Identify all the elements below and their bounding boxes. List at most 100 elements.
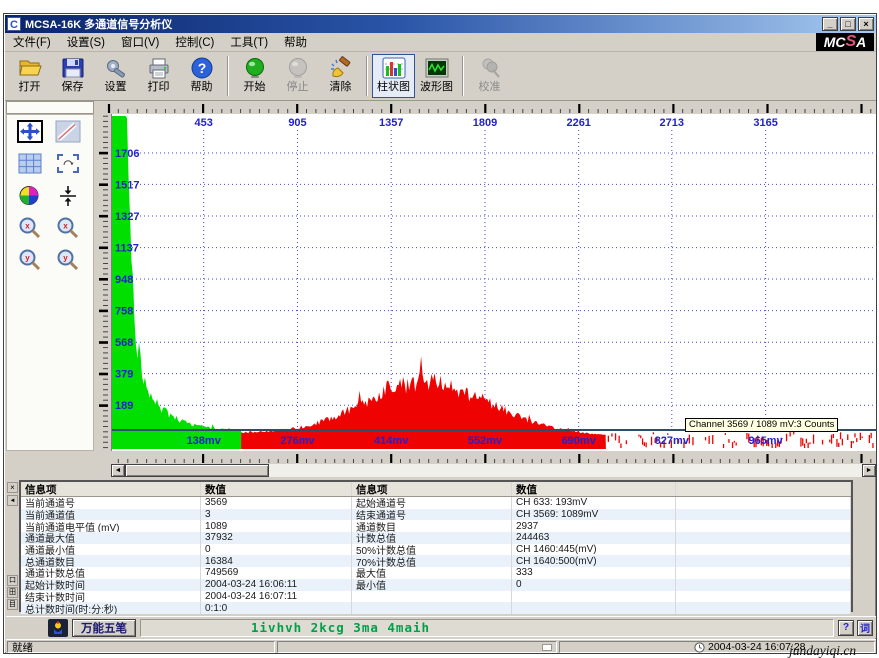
minimize-button[interactable]: _ (822, 17, 838, 31)
toolbar-button-label: 帮助 (191, 81, 213, 94)
table-cell (352, 602, 512, 614)
panel-close-button[interactable]: × (7, 482, 18, 493)
help-button[interactable]: ?帮助 (180, 54, 223, 98)
ime-word-button[interactable]: 词 (857, 620, 873, 636)
info-table: 信息项数值信息项数值当前通道号3569起始通道号CH 633: 193mV当前通… (19, 480, 853, 612)
table-cell: 2004-03-24 16:06:11 (201, 579, 352, 591)
channel-axis-label: 905 (288, 117, 306, 129)
channel-axis-label: 453 (195, 117, 213, 129)
zoom-y-out-tool[interactable]: y (52, 249, 84, 275)
table-cell (676, 567, 851, 579)
menu-item-2[interactable]: 窗口(V) (113, 32, 167, 52)
table-cell (676, 509, 851, 521)
chart-area[interactable]: 4539051357180922612713316518937956875894… (111, 114, 876, 451)
table-cell: 70%计数总值 (352, 555, 512, 567)
mv-axis-label: 138mv (187, 435, 222, 447)
printer-icon (146, 55, 172, 81)
window-title: MCSA-16K 多通道信号分析仪 (25, 16, 820, 32)
table-cell (676, 555, 851, 567)
table-cell: 通道最小值 (21, 544, 201, 556)
panel-filler (6, 451, 110, 477)
mv-axis-label: 552mv (468, 435, 503, 447)
maximize-button[interactable]: □ (840, 17, 856, 31)
start-ball-button[interactable]: 开始 (233, 54, 276, 98)
zoom-y-in-tool[interactable]: y (14, 249, 46, 275)
channel-axis-label: 3165 (753, 117, 777, 129)
ime-name-button[interactable]: 万能五笔 (72, 619, 136, 637)
ime-logo-icon[interactable] (48, 619, 68, 637)
menu-item-0[interactable]: 文件(F) (5, 32, 59, 52)
save-floppy-button[interactable]: 保存 (51, 54, 94, 98)
pan-tool[interactable] (14, 121, 46, 147)
grid-tool-icon (17, 152, 43, 181)
table-cell (676, 591, 851, 603)
ime-help-button[interactable]: ? (838, 620, 854, 636)
ruler-corner-box (6, 101, 94, 114)
close-button[interactable]: × (858, 17, 874, 31)
title-bar[interactable]: C MCSA-16K 多通道信号分析仪 _ □ × (5, 15, 876, 33)
transform-tool-icon (55, 152, 81, 181)
palette-tool[interactable] (14, 185, 46, 211)
mv-axis-label: 276mv (280, 435, 315, 447)
toolbar: 打开保存设置打印?帮助开始停止清除柱状图波形图校准 (5, 52, 876, 101)
panel-collapse-button[interactable]: ◄ (7, 495, 18, 506)
printer-button[interactable]: 打印 (137, 54, 180, 98)
transform-tool[interactable] (52, 153, 84, 179)
table-cell: 当前通道值 (21, 509, 201, 521)
spectrum-plot: 4539051357180922612713316518937956875894… (112, 114, 877, 451)
histogram-view-icon (381, 55, 407, 81)
count-axis-label: 1327 (115, 211, 139, 223)
clear-brush-button[interactable]: 清除 (319, 54, 362, 98)
toolbar-separator (366, 56, 368, 96)
ruler-top (95, 101, 876, 114)
table-cell: CH 633: 193mV (512, 497, 676, 509)
panel-layout-button-3[interactable]: 目 (7, 599, 18, 610)
zoom-x-out-tool[interactable]: x (52, 217, 84, 243)
svg-text:x: x (63, 221, 68, 230)
count-axis-label: 1706 (115, 148, 139, 160)
zoom-y-in-tool-icon: y (17, 248, 43, 277)
table-cell: CH 1460:445(mV) (512, 544, 676, 556)
scroll-thumb[interactable] (125, 464, 269, 477)
zoom-x-in-tool[interactable]: x (14, 217, 46, 243)
waveform-view-button[interactable]: 波形图 (415, 54, 458, 98)
settings-button[interactable]: 设置 (94, 54, 137, 98)
table-cell: 2004-03-24 16:07:11 (201, 591, 352, 603)
table-row: 总通道数目1638470%计数总值CH 1640:500(mV) (21, 555, 851, 567)
toolbar-button-label: 保存 (62, 81, 84, 94)
toolbar-button-label: 波形图 (420, 81, 453, 94)
table-cell: CH 1640:500(mV) (512, 555, 676, 567)
flip-tool[interactable] (52, 185, 84, 211)
horizontal-scrollbar[interactable]: ◄ ► (111, 464, 876, 477)
table-row: 当前通道号3569起始通道号CH 633: 193mV (21, 497, 851, 509)
grid-tool[interactable] (14, 153, 46, 179)
svg-text:C: C (10, 19, 18, 31)
menu-item-1[interactable]: 设置(S) (59, 32, 113, 52)
table-cell: 333 (512, 567, 676, 579)
panel-layout-button-2[interactable]: 田 (7, 587, 18, 598)
scroll-right-button[interactable]: ► (862, 464, 876, 477)
stop-ball-icon (285, 55, 311, 81)
table-cell: 计数总值 (352, 532, 512, 544)
app-icon: C (7, 17, 21, 31)
clear-brush-icon (328, 55, 354, 81)
menu-item-3[interactable]: 控制(C) (167, 32, 222, 52)
mv-axis-label: 690mv (562, 435, 597, 447)
table-cell (512, 602, 676, 614)
mv-axis-label: 827mv (655, 435, 690, 447)
open-folder-button[interactable]: 打开 (8, 54, 51, 98)
menu-item-5[interactable]: 帮助 (276, 32, 315, 52)
line-tool[interactable] (52, 121, 84, 147)
menu-item-4[interactable]: 工具(T) (222, 32, 276, 52)
status-ready-text: 就绪 (7, 641, 275, 653)
table-cell: 749569 (201, 567, 352, 579)
menu-items: 文件(F)设置(S)窗口(V)控制(C)工具(T)帮助 (5, 32, 315, 52)
table-header-cell: 信息项 (21, 482, 201, 496)
toolbar-button-label: 打印 (148, 81, 170, 94)
table-cell: 1089 (201, 520, 352, 532)
panel-layout-button-1[interactable]: 口 (7, 575, 18, 586)
histogram-view-button[interactable]: 柱状图 (372, 54, 415, 98)
scroll-left-button[interactable]: ◄ (111, 464, 125, 477)
table-cell: 最大值 (352, 567, 512, 579)
table-cell: 当前通道号 (21, 497, 201, 509)
